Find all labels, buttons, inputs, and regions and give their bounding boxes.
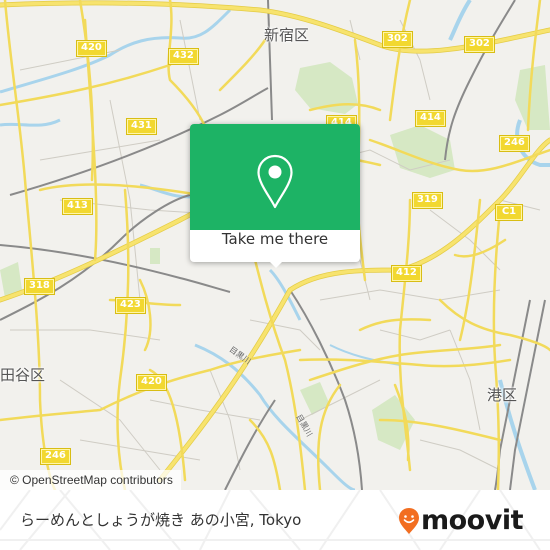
district-label-minato: 港区 xyxy=(487,386,518,404)
moovit-logo[interactable]: moovit xyxy=(398,504,524,538)
popup-header xyxy=(190,124,360,230)
route-shield: 246 xyxy=(499,135,530,152)
popup-arrow xyxy=(268,260,284,268)
map[interactable]: 420 432 431 413 318 423 420 246 302 302 … xyxy=(0,0,550,490)
district-label-shinjuku: 新宿区 xyxy=(264,26,310,44)
take-me-there-button[interactable]: Take me there xyxy=(190,230,360,262)
footer: らーめんとしょうが焼き あの小宮, Tokyo moovit xyxy=(0,490,550,550)
route-shield: 431 xyxy=(126,118,157,135)
route-shield: 414 xyxy=(415,110,446,127)
place-name: らーめんとしょうが焼き あの小宮, Tokyo xyxy=(20,511,302,529)
route-shield: 319 xyxy=(412,192,443,209)
route-shield: 420 xyxy=(136,374,167,391)
route-shield: 302 xyxy=(382,31,413,48)
route-shield: 318 xyxy=(24,278,55,295)
route-shield: 412 xyxy=(391,265,422,282)
route-shield: C1 xyxy=(495,204,523,221)
route-shield: 420 xyxy=(76,40,107,57)
district-label-setagaya: 田谷区 xyxy=(0,366,46,384)
location-popup: Take me there xyxy=(190,124,360,268)
moovit-logo-text: moovit xyxy=(421,505,524,536)
moovit-smiley-pin-icon xyxy=(399,508,419,534)
map-pin-icon xyxy=(257,154,293,209)
route-shield: 302 xyxy=(464,36,495,53)
route-shield: 413 xyxy=(62,198,93,215)
map-attribution[interactable]: © OpenStreetMap contributors xyxy=(0,470,181,490)
route-shield: 423 xyxy=(115,297,146,314)
route-shield: 246 xyxy=(40,448,71,465)
route-shield: 432 xyxy=(168,48,199,65)
